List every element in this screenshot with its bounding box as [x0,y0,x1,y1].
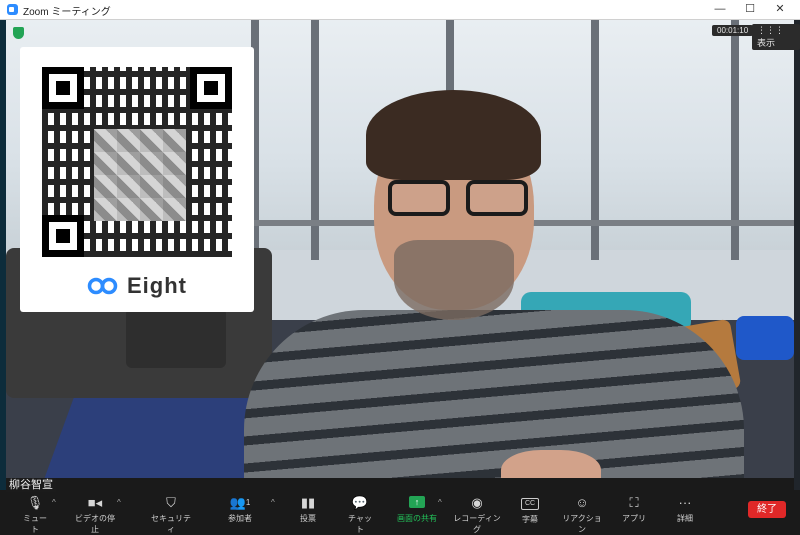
more-label: 詳細 [677,514,693,523]
smiley-icon: ☺ [575,495,589,510]
blue-chair [736,316,794,360]
participants-icon: 👥1 [229,495,251,510]
share-options-caret[interactable]: ^ [438,498,442,507]
share-screen-button[interactable]: ↑ 画面の共有 [396,495,438,524]
qr-code [42,67,232,257]
maximize-button[interactable]: ☐ [735,0,765,19]
view-button[interactable]: ⋮⋮⋮ 表示 [752,24,800,50]
stop-video-button[interactable]: ■◂ ビデオの停止 [72,495,118,535]
participants-options-caret[interactable]: ^ [271,498,275,507]
record-icon: ◉ [471,495,483,510]
grid-icon: ⋮⋮⋮ [757,25,784,35]
eight-brand-text: Eight [127,273,187,298]
reactions-button[interactable]: ☺ リアクション [562,495,602,535]
security-button[interactable]: ⛉ セキュリティ [151,495,191,535]
view-button-label: 表示 [757,38,776,48]
microphone-icon: 🎙 [26,495,44,510]
end-meeting-button[interactable]: 終了 [748,501,786,518]
background-right-edge [794,20,800,490]
mute-label: ミュート [23,514,47,534]
apps-icon: ⛶ [629,495,639,510]
polls-button[interactable]: ▮▮ 投票 [298,495,318,524]
participant-beard [394,240,514,320]
security-shield-icon[interactable] [13,27,24,39]
mute-button[interactable]: 🎙 ミュート [20,495,50,535]
eight-logo-icon [87,277,118,295]
cc-icon: CC [521,498,539,510]
apps-label: アプリ [622,514,646,523]
glasses-lens-left [388,180,450,216]
participant-hair [366,90,541,180]
participants-button[interactable]: 👥1 参加者 [225,495,255,524]
minimize-button[interactable]: — [705,0,735,19]
sofa-cushion [126,308,226,368]
participant-name-label: 柳谷智宣 [6,478,56,492]
chat-label: チャット [348,514,372,534]
shield-icon: ⛉ [166,495,176,510]
ellipsis-icon: ··· [678,495,692,510]
stop-video-label: ビデオの停止 [75,514,115,534]
participant-sweater [244,310,744,478]
bar-chart-icon: ▮▮ [300,495,316,510]
chat-button[interactable]: 💬 チャット [347,495,373,535]
participants-count: 1 [245,498,251,507]
eight-brand: Eight [20,273,254,299]
participants-label: 参加者 [228,514,252,523]
window-title: Zoom ミーティング [23,7,111,18]
participant-hand [501,450,601,478]
meeting-timer: 00:01:10 [712,25,754,36]
meeting-toolbar: 🎙 ミュート ^ ■◂ ビデオの停止 ^ ⛉ セキュリティ 👥1 参加者 ^ ▮… [0,492,800,535]
captions-button[interactable]: CC 字幕 [520,495,540,525]
video-camera-icon: ■◂ [87,495,103,510]
recording-button[interactable]: ◉ レコーディング [453,495,501,535]
security-label: セキュリティ [151,514,191,534]
share-screen-label: 画面の共有 [397,514,437,523]
polls-label: 投票 [300,514,316,523]
glasses-lens-right [466,180,528,216]
chat-bubble-icon: 💬 [351,495,369,510]
share-arrow-icon: ↑ [409,496,425,508]
qr-code-card: Eight [20,47,254,312]
participant-glasses [384,180,530,218]
qr-mosaic-blur [94,129,186,221]
qr-finder-bottom-left [42,215,84,257]
video-options-caret[interactable]: ^ [117,498,121,507]
window-titlebar: Zoom ミーティング — ☐ ✕ [0,0,800,20]
audio-options-caret[interactable]: ^ [52,498,56,507]
more-button[interactable]: ··· 詳細 [675,495,695,524]
apps-button[interactable]: ⛶ アプリ [622,495,646,524]
reactions-label: リアクション [562,514,602,534]
zoom-app-icon [7,4,18,15]
captions-label: 字幕 [522,515,538,524]
qr-finder-top-right [190,67,232,109]
qr-finder-top-left [42,67,84,109]
recording-label: レコーディング [453,514,501,534]
close-button[interactable]: ✕ [765,0,795,19]
